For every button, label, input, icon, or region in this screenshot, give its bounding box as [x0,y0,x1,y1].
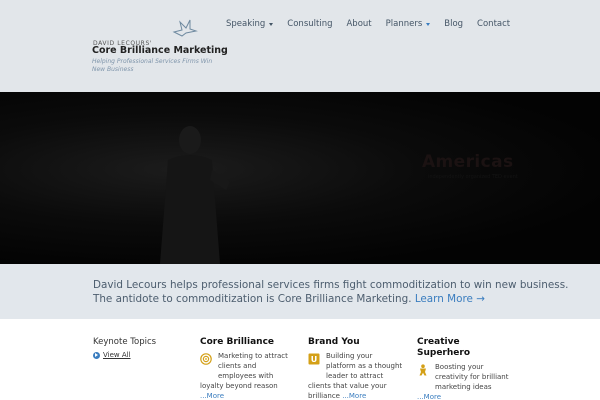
target-icon [200,353,212,365]
topic-description: Boosting your creativity for brilliant m… [417,362,517,400]
nav-consulting[interactable]: Consulting [287,19,332,29]
keynote-section: Keynote Topics View All Core Brilliance … [0,319,600,400]
learn-more-link[interactable]: Learn More → [415,293,485,305]
topic-core-brilliance: Core Brilliance Marketing to attract cli… [200,337,300,400]
view-all-label: View All [103,351,131,359]
badge-u-icon: U [308,353,320,365]
bird-logo-icon [172,19,198,37]
nav-contact-label: Contact [477,19,511,29]
topic-line: creativity for brilliant [435,373,509,381]
chevron-down-icon [426,22,431,26]
nav-speaking-label: Speaking [226,19,266,29]
tagline-text: David Lecours helps professional service… [93,279,569,305]
play-circle-icon [93,351,100,359]
topic-creative-superhero: Creative Superhero Boosting your creativi… [417,337,517,400]
topic-line: clients and [218,362,257,370]
tagline-paragraph: David Lecours helps professional service… [93,278,573,306]
event-subtext: independently organized TED event [428,174,518,180]
nav-speaking[interactable]: Speaking [226,19,274,29]
topic-line: Boosting your [435,363,484,371]
svg-text:U: U [311,355,318,364]
hero-banner: Americas independently organized TED eve… [0,92,600,264]
speaker-silhouette [160,126,230,264]
more-link[interactable]: ...More [200,391,300,400]
topic-line: platform as a thought [326,362,403,370]
nav-contact[interactable]: Contact [477,19,510,29]
nav-planners[interactable]: Planners [386,19,431,29]
main-nav: Speaking Consulting About Planners Blog … [226,19,510,29]
tagline-band: David Lecours helps professional service… [0,264,600,319]
topic-brand-you: Brand You U Building your platform as a … [308,337,408,400]
site-header: DAVID LECOURS' Core Brilliance Marketing… [0,0,600,92]
topic-line: Marketing to attract [218,352,288,360]
topic-description: Marketing to attract clients and employe… [200,351,300,400]
nav-blog[interactable]: Blog [444,19,463,29]
nav-planners-label: Planners [385,19,423,29]
topic-line: brilliance [308,392,340,400]
topic-line: employees with [218,372,274,380]
more-link[interactable]: ...More [417,392,517,400]
logo-tagline: Helping Professional Services Firms Win … [92,58,213,73]
nav-about[interactable]: About [346,19,371,29]
nav-about-label: About [346,19,372,29]
topic-line: marketing ideas [435,383,492,391]
topic-title[interactable]: Brand You [308,337,408,348]
topic-title[interactable]: Core Brilliance [200,337,300,348]
chevron-down-icon [269,22,274,26]
view-all-link[interactable]: View All [93,351,131,359]
keynote-topics-heading: Keynote Topics [93,337,157,347]
nav-consulting-label: Consulting [287,19,333,29]
topic-line: clients that value your [308,382,387,390]
topic-line: loyalty beyond reason [200,382,278,390]
nav-blog-label: Blog [444,19,464,29]
event-logo-text: Americas [422,152,514,172]
superhero-icon [419,364,427,376]
topic-title-line: Creative [417,337,460,347]
topic-line-end: brilliance ...More [308,391,408,400]
logo-name: Core Brilliance Marketing [92,45,228,56]
topic-line: leader to attract [326,372,384,380]
topic-line: Building your [326,352,373,360]
topic-title[interactable]: Creative Superhero [417,337,517,359]
topic-title-line: Superhero [417,348,471,358]
more-link[interactable]: ...More [342,392,366,400]
topic-description: U Building your platform as a thought le… [308,351,408,400]
